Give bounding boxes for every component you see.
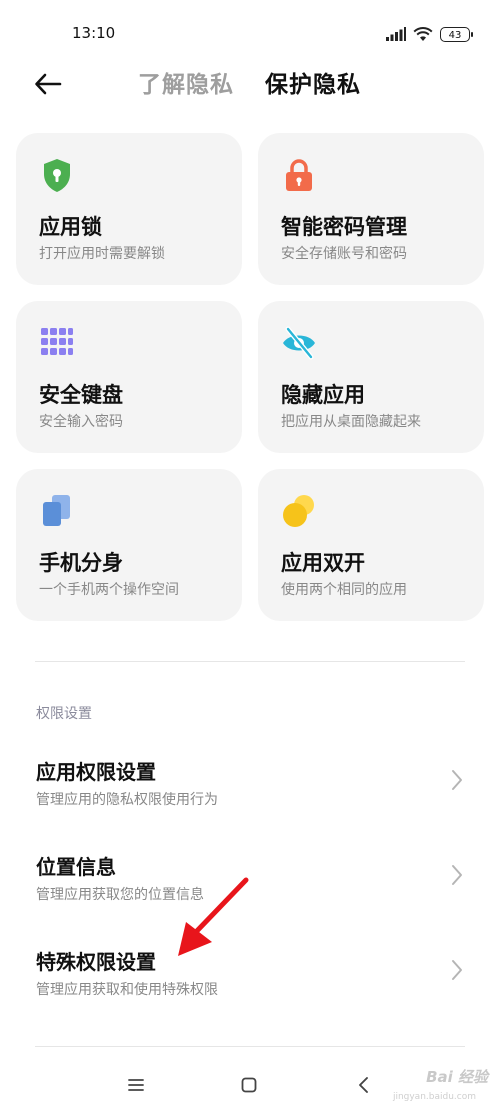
row-subtitle: 管理应用获取和使用特殊权限: [36, 982, 218, 998]
section-divider: [35, 661, 465, 662]
chevron-right-icon: [452, 865, 462, 885]
dual-circle-icon: [283, 495, 314, 527]
row-subtitle: 管理应用的隐私权限使用行为: [36, 792, 218, 808]
navigation-bar: [0, 1060, 500, 1111]
wifi-icon: [413, 26, 433, 41]
watermark-brand: Bai 经验: [426, 1068, 488, 1086]
card-subtitle: 安全存储账号和密码: [281, 246, 407, 262]
menu-icon: [128, 1079, 144, 1091]
card-title: 应用双开: [281, 551, 365, 575]
signal-icon: [386, 27, 406, 41]
card-secure-keyboard[interactable]: 安全键盘 安全输入密码: [16, 301, 242, 453]
back-button[interactable]: [30, 66, 66, 102]
card-password-manager[interactable]: 智能密码管理 安全存储账号和密码: [258, 133, 484, 285]
row-title: 位置信息: [36, 855, 116, 879]
home-square-icon: [241, 1077, 257, 1093]
battery-level: 43: [448, 29, 462, 41]
row-app-permissions[interactable]: 应用权限设置 管理应用的隐私权限使用行为: [0, 756, 500, 848]
back-arrow-icon: [35, 73, 62, 95]
header: 了解隐私 保护隐私: [0, 56, 500, 106]
card-title: 安全键盘: [39, 383, 123, 407]
keyboard-grid-icon: [41, 328, 73, 355]
home-button[interactable]: [234, 1070, 264, 1100]
status-time: 13:10: [72, 24, 116, 42]
card-subtitle: 打开应用时需要解锁: [39, 246, 165, 262]
card-subtitle: 使用两个相同的应用: [281, 582, 407, 598]
shield-lock-icon: [44, 159, 70, 192]
bottom-divider: [35, 1046, 465, 1047]
chevron-right-icon: [452, 770, 462, 790]
eye-off-icon: [283, 326, 315, 360]
card-subtitle: 把应用从桌面隐藏起来: [281, 414, 421, 430]
card-title: 手机分身: [39, 551, 123, 575]
card-title: 智能密码管理: [281, 215, 407, 239]
tab-understand-privacy[interactable]: 了解隐私: [138, 65, 234, 99]
back-nav-button[interactable]: [348, 1070, 378, 1100]
tab-protect-privacy[interactable]: 保护隐私: [265, 65, 361, 99]
card-hide-apps[interactable]: 隐藏应用 把应用从桌面隐藏起来: [258, 301, 484, 453]
annotation-arrow-icon: [178, 877, 249, 956]
menu-button[interactable]: [121, 1070, 151, 1100]
status-icons: 43: [386, 24, 473, 44]
watermark-url: jingyan.baidu.com: [392, 1092, 476, 1102]
row-title: 特殊权限设置: [36, 950, 156, 974]
back-triangle-icon: [359, 1077, 368, 1093]
card-title: 应用锁: [39, 215, 102, 239]
card-subtitle: 安全输入密码: [39, 414, 123, 430]
card-subtitle: 一个手机两个操作空间: [39, 582, 179, 598]
dual-phone-icon: [43, 495, 70, 526]
card-second-space[interactable]: 手机分身 一个手机两个操作空间: [16, 469, 242, 621]
padlock-icon: [286, 159, 312, 191]
row-title: 应用权限设置: [36, 760, 156, 784]
chevron-right-icon: [452, 960, 462, 980]
card-dual-apps[interactable]: 应用双开 使用两个相同的应用: [258, 469, 484, 621]
card-title: 隐藏应用: [281, 383, 365, 407]
card-app-lock[interactable]: 应用锁 打开应用时需要解锁: [16, 133, 242, 285]
section-label-permissions: 权限设置: [36, 706, 92, 722]
battery-icon: 43: [440, 26, 473, 42]
